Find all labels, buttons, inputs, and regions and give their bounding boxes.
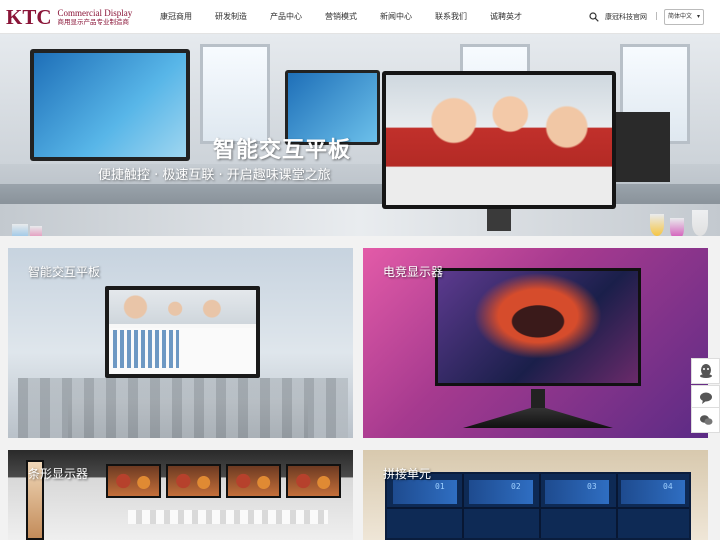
- nav-item-products[interactable]: 产品中心: [270, 0, 302, 34]
- hero-banner[interactable]: 智能交互平板 便捷触控 · 极速互联 · 开启趣味课堂之旅: [0, 34, 720, 236]
- chat-icon: [699, 392, 712, 404]
- video-wall-number: 04: [663, 482, 673, 491]
- logo-text: Commercial Display 商用显示产品专业制造商: [58, 8, 133, 27]
- flask-image: [30, 226, 42, 236]
- cafe-shelf-image: [128, 510, 328, 524]
- language-value: 简体中文: [668, 13, 693, 20]
- dashboard-chart-image: [113, 330, 180, 369]
- search-icon[interactable]: [589, 12, 599, 22]
- nav-item-ktc-commercial[interactable]: 康冠商用: [160, 0, 192, 34]
- video-wall-tile: [545, 480, 609, 504]
- video-wall-number: 01: [435, 482, 445, 491]
- monitor-neck: [531, 389, 545, 411]
- video-wall-number: 02: [511, 482, 521, 491]
- product-card-bar-display[interactable]: 条形显示器: [8, 450, 353, 540]
- wechat-button[interactable]: [691, 407, 720, 433]
- logo-tagline-cn: 商用显示产品专业制造商: [57, 17, 130, 26]
- video-conference-image: [109, 290, 256, 324]
- logo-tagline-en: Commercial Display: [57, 7, 133, 18]
- product-card-label: 智能交互平板: [28, 265, 101, 279]
- interactive-panel-image: [105, 286, 260, 378]
- hero-interactive-panel-image: [382, 71, 616, 209]
- flask-image: [670, 218, 684, 236]
- logo-mark: KTC: [6, 5, 52, 29]
- video-wall-image: 01 02 03 04: [385, 472, 691, 540]
- food-menu-display-image: [166, 464, 221, 498]
- nav-item-rd-manufacturing[interactable]: 研发制造: [215, 0, 247, 34]
- nav-item-contact[interactable]: 联系我们: [435, 0, 467, 34]
- nav-item-marketing[interactable]: 营销模式: [325, 0, 357, 34]
- qq-button[interactable]: [691, 358, 720, 384]
- ktc-logo[interactable]: KTC Commercial Display 商用显示产品专业制造商: [6, 6, 132, 28]
- hero-subtitle: 便捷触控 · 极速互联 · 开启趣味课堂之旅: [98, 168, 331, 183]
- food-menu-display-image: [106, 464, 161, 498]
- video-wall-tile: [621, 480, 685, 504]
- product-card-label: 拼接单元: [383, 467, 432, 481]
- flask-image: [12, 224, 28, 236]
- header-separator: |: [655, 11, 658, 20]
- wechat-icon: [699, 415, 712, 425]
- hero-panel-stand: [487, 209, 511, 231]
- gaming-monitor-image: [435, 268, 641, 386]
- product-card-label: 电竞显示器: [383, 265, 444, 279]
- food-menu-display-image: [226, 464, 281, 498]
- hero-blackboard: [616, 112, 670, 182]
- hero-window: [200, 44, 270, 144]
- product-card-video-wall[interactable]: 01 02 03 04 拼接单元: [363, 450, 708, 540]
- language-select[interactable]: 简体中文 ▾: [664, 9, 704, 25]
- video-wall-tile: [393, 480, 457, 504]
- chevron-down-icon: ▾: [696, 13, 700, 20]
- main-nav: 康冠商用 研发制造 产品中心 营销模式 新闻中心 联系我们 诚聘英才: [160, 0, 545, 34]
- hero-title: 智能交互平板: [213, 138, 352, 163]
- top-header: KTC Commercial Display 商用显示产品专业制造商 康冠商用 …: [0, 0, 720, 34]
- video-wall-number: 03: [587, 482, 597, 491]
- qq-icon: [699, 364, 712, 378]
- product-card-interactive-panel[interactable]: 智能交互平板: [8, 248, 353, 438]
- hero-left-panel-image: [30, 49, 190, 161]
- flask-image: [650, 214, 664, 236]
- product-card-gaming-monitor[interactable]: 电竞显示器: [363, 248, 708, 438]
- food-menu-display-image: [286, 464, 341, 498]
- conference-chairs-image: [18, 378, 348, 438]
- video-wall-tile: [469, 480, 533, 504]
- monitor-stand: [463, 408, 613, 428]
- flask-image: [692, 210, 708, 236]
- nav-item-careers[interactable]: 诚聘英才: [490, 0, 522, 34]
- nav-item-news[interactable]: 新闻中心: [380, 0, 412, 34]
- product-card-label: 条形显示器: [28, 467, 89, 481]
- official-site-link[interactable]: 康冠科技官网: [605, 12, 647, 22]
